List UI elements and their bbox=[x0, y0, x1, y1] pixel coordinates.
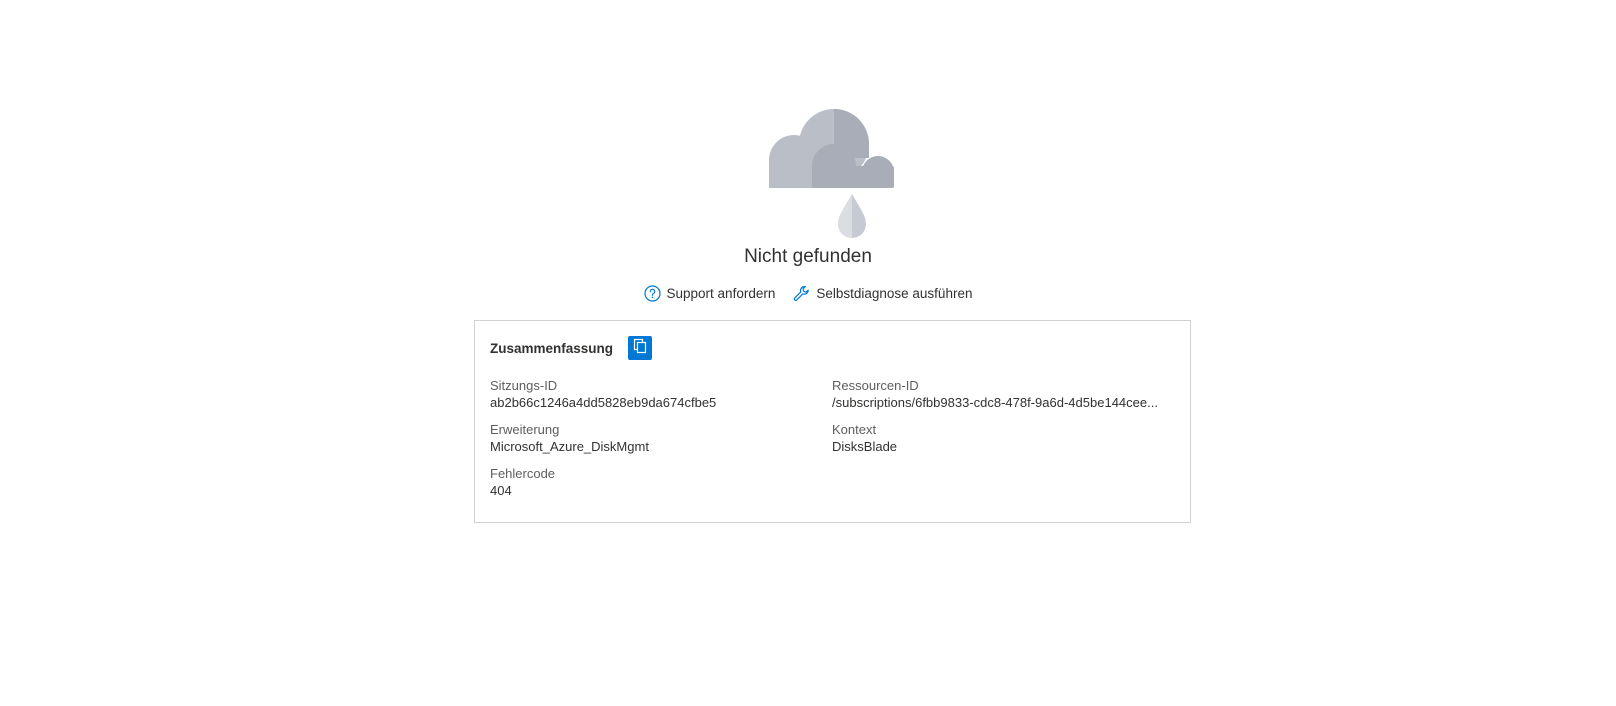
support-link-label: Support anfordern bbox=[666, 285, 776, 301]
extension-label: Erweiterung bbox=[490, 422, 560, 437]
context-field: Kontext DisksBlade bbox=[832, 421, 1167, 455]
wrench-icon bbox=[793, 285, 810, 302]
summary-header: Zusammenfassung bbox=[490, 336, 653, 360]
resource-id-field: Ressourcen-ID /subscriptions/6fbb9833-cd… bbox=[832, 377, 1167, 411]
error-code-label: Fehlercode bbox=[490, 466, 556, 481]
action-links: Support anfordern Selbstdiagnose ausführ… bbox=[0, 283, 1616, 303]
summary-title: Zusammenfassung bbox=[490, 340, 614, 356]
copy-icon bbox=[632, 338, 648, 359]
page-title: Nicht gefunden bbox=[744, 246, 872, 267]
self-diagnose-link-label: Selbstdiagnose ausführen bbox=[816, 285, 973, 301]
session-id-field: Sitzungs-ID ab2b66c1246a4dd5828eb9da674c… bbox=[490, 377, 810, 411]
resource-id-value: /subscriptions/6fbb9833-cdc8-478f-9a6d-4… bbox=[832, 395, 1158, 410]
extension-field: Erweiterung Microsoft_Azure_DiskMgmt bbox=[490, 421, 810, 455]
context-value: DisksBlade bbox=[832, 439, 898, 454]
extension-value: Microsoft_Azure_DiskMgmt bbox=[490, 439, 649, 454]
cloud-rain-icon bbox=[768, 108, 896, 240]
resource-id-label: Ressourcen-ID bbox=[832, 378, 919, 393]
summary-card: Zusammenfassung Sitzungs-ID ab2b66c1246a… bbox=[474, 320, 1191, 523]
support-link[interactable]: Support anfordern bbox=[643, 283, 776, 303]
session-id-value: ab2b66c1246a4dd5828eb9da674cfbe5 bbox=[490, 395, 717, 410]
session-id-label: Sitzungs-ID bbox=[490, 378, 558, 393]
self-diagnose-link[interactable]: Selbstdiagnose ausführen bbox=[793, 283, 972, 303]
context-label: Kontext bbox=[832, 422, 877, 437]
error-code-field: Fehlercode 404 bbox=[490, 465, 810, 499]
error-code-value: 404 bbox=[490, 483, 512, 498]
copy-button[interactable] bbox=[628, 336, 653, 360]
help-circle-icon bbox=[643, 284, 661, 302]
